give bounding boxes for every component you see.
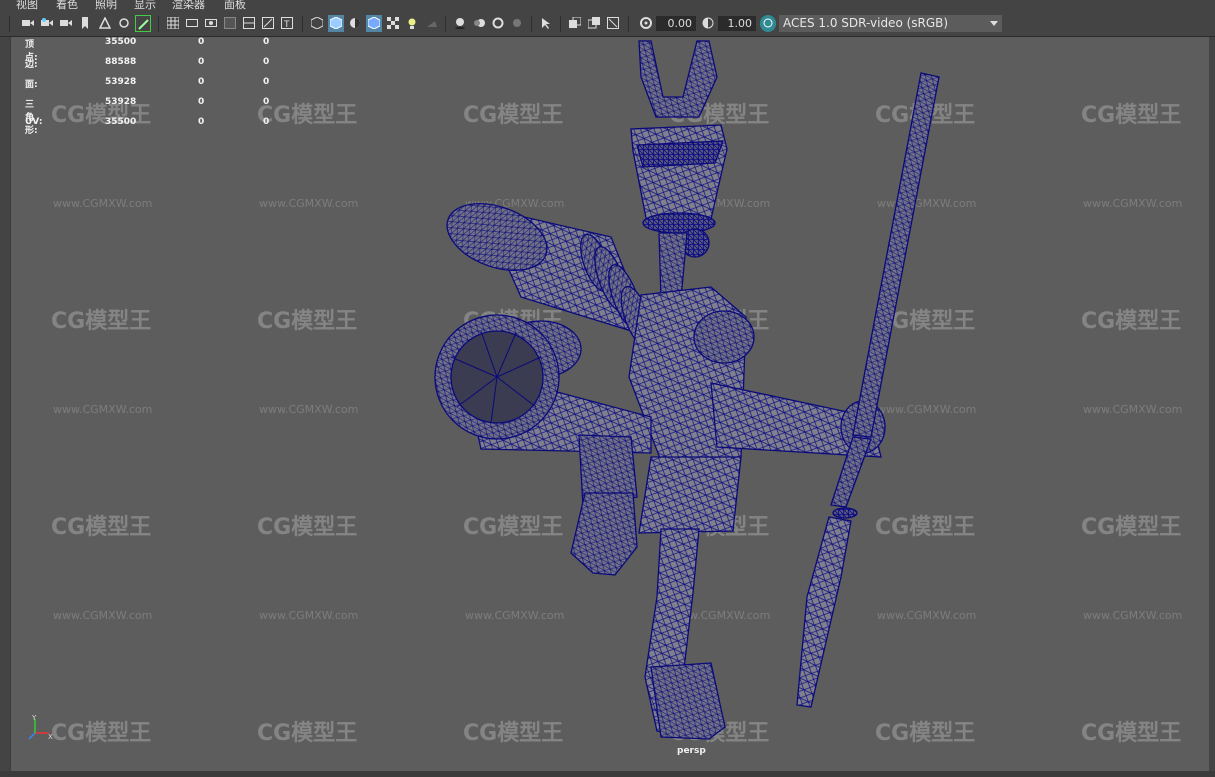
panel-toolbar: T 0.00 1.00 ACES 1.0 SDR-video (sRGB)	[0, 12, 1215, 37]
camera-name-label: persp	[677, 746, 706, 756]
isolate-select-icon[interactable]	[538, 15, 554, 32]
screen-space-ao-icon[interactable]	[452, 15, 468, 32]
film-gate-icon[interactable]	[184, 15, 200, 32]
menu-shading[interactable]: 着色	[56, 0, 78, 12]
hud-value: 0	[198, 77, 205, 87]
hud-value: 53928	[105, 77, 137, 87]
use-all-lights-icon[interactable]	[404, 15, 420, 32]
image-plane-icon[interactable]	[97, 15, 113, 32]
hud-value: 0	[263, 57, 270, 67]
xray-active-components-icon[interactable]	[586, 15, 602, 32]
axis-gizmo-icon: Y X	[28, 714, 53, 741]
menu-panels[interactable]: 面板	[224, 0, 246, 12]
resolution-gate-icon[interactable]	[203, 15, 219, 32]
view-transform-value: ACES 1.0 SDR-video (sRGB)	[783, 16, 949, 30]
chevron-down-icon	[990, 21, 998, 26]
menu-show[interactable]: 显示	[134, 0, 156, 12]
hud-value: 0	[263, 97, 270, 107]
hud-value: 35500	[105, 117, 137, 127]
hud-label: 面:	[25, 80, 38, 90]
shadows-icon[interactable]	[423, 15, 439, 32]
grease-pencil-icon[interactable]	[135, 15, 151, 32]
panel-menu-bar: 视图 着色 照明 显示 渲染器 面板	[0, 0, 1215, 12]
use-default-material-icon[interactable]	[347, 15, 363, 32]
bookmark-camera-icon[interactable]	[58, 15, 74, 32]
view-transform-dropdown[interactable]: ACES 1.0 SDR-video (sRGB)	[779, 15, 1002, 32]
xray-icon[interactable]	[567, 15, 583, 32]
axis-y-label: Y	[31, 714, 37, 722]
2d-pan-zoom-icon[interactable]	[116, 15, 132, 32]
bookmark-icon[interactable]	[77, 15, 93, 32]
3d-viewport[interactable]: CG模型王 www.CGMXW.com CG模型王 www.CGMXW.com CG模型…	[10, 37, 1209, 771]
camera-attributes-icon[interactable]	[39, 15, 55, 32]
character-wireframe-model[interactable]	[11, 37, 1209, 771]
hud-value: 0	[263, 37, 270, 47]
hud-value: 0	[263, 77, 270, 87]
field-chart-icon[interactable]	[241, 15, 257, 32]
hud-label: 边:	[25, 60, 38, 70]
exposure-icon[interactable]	[638, 15, 654, 32]
hud-value: 35500	[105, 37, 137, 47]
motion-blur-icon[interactable]	[471, 15, 487, 32]
axis-x-label: X	[48, 733, 53, 741]
select-camera-icon[interactable]	[20, 15, 36, 32]
bottom-frame-edge	[0, 771, 1215, 777]
textured-icon[interactable]	[385, 15, 401, 32]
exposure-field[interactable]: 0.00	[656, 16, 696, 31]
grid-icon[interactable]	[165, 15, 181, 32]
gate-mask-icon[interactable]	[222, 15, 238, 32]
gamma-icon[interactable]	[700, 15, 716, 32]
hud-value: 0	[198, 37, 205, 47]
safe-action-icon[interactable]	[260, 15, 276, 32]
svg-text:T: T	[283, 20, 290, 29]
xray-joints-icon[interactable]	[605, 15, 621, 32]
anti-aliasing-icon[interactable]	[490, 15, 506, 32]
color-management-icon[interactable]	[760, 15, 776, 32]
hud-value: 88588	[105, 57, 137, 67]
maya-viewport-window: 视图 着色 照明 显示 渲染器 面板 T 0.00 1.00 ACES 1.0 …	[0, 0, 1215, 777]
hud-value: 0	[198, 97, 205, 107]
menu-lighting[interactable]: 照明	[95, 0, 117, 12]
wireframe-on-shaded-icon[interactable]	[366, 15, 382, 32]
left-frame-edge	[0, 37, 10, 777]
right-frame-edge	[1208, 37, 1215, 777]
hud-value: 0	[263, 117, 270, 127]
hud-value: 0	[198, 117, 205, 127]
menu-view[interactable]: 视图	[16, 0, 38, 12]
hud-label: UV:	[25, 117, 43, 127]
hud-value: 53928	[105, 97, 137, 107]
gamma-field[interactable]: 1.00	[718, 16, 756, 31]
wireframe-icon[interactable]	[309, 15, 325, 32]
depth-of-field-icon[interactable]	[509, 15, 525, 32]
smooth-shade-all-icon[interactable]	[328, 15, 344, 32]
menu-renderer[interactable]: 渲染器	[172, 0, 205, 12]
safe-title-icon[interactable]: T	[279, 15, 295, 32]
hud-value: 0	[198, 57, 205, 67]
